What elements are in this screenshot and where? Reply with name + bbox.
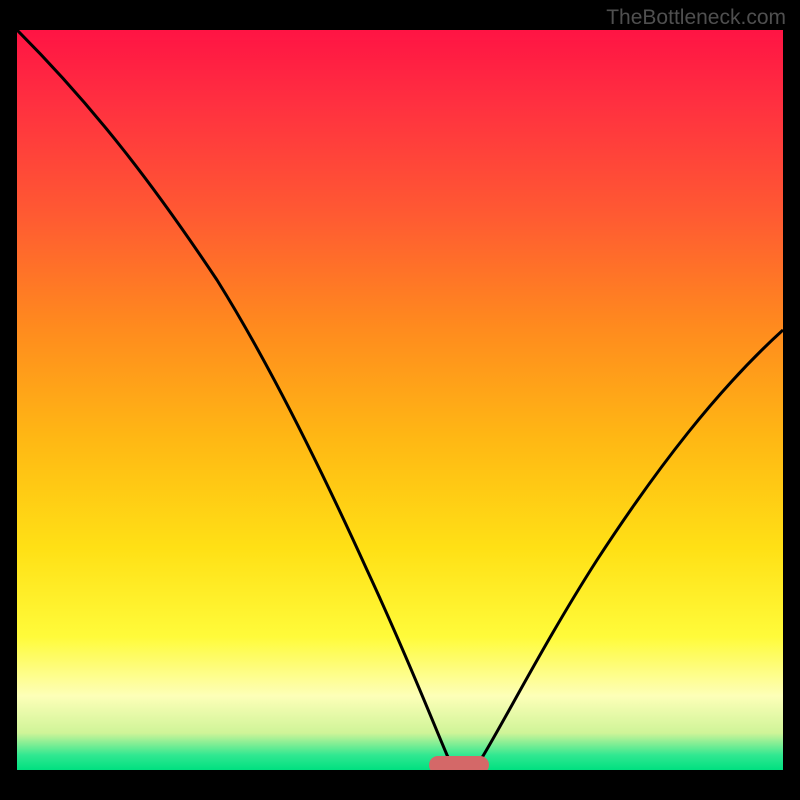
plot-area [17, 30, 783, 770]
optimal-point-marker [429, 756, 489, 770]
chart-canvas: TheBottleneck.com [0, 0, 800, 800]
curve-path [17, 30, 783, 770]
bottleneck-curve [17, 30, 783, 770]
watermark-text: TheBottleneck.com [606, 6, 786, 30]
